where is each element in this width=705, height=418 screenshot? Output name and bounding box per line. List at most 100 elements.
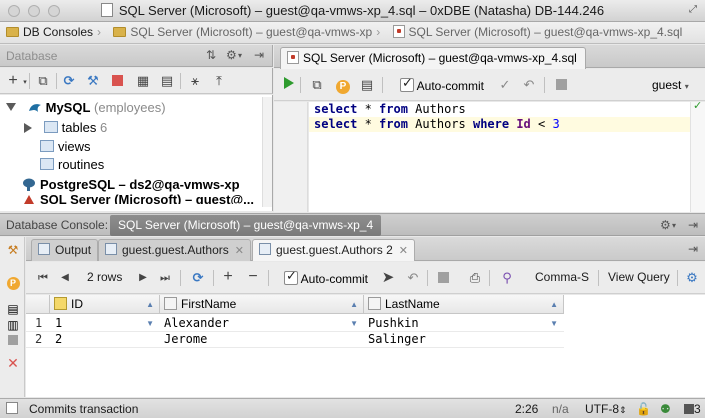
refresh-icon[interactable]: ⟳ xyxy=(189,269,207,287)
dump-icon[interactable]: ⎙ xyxy=(466,269,484,287)
autocommit-checkbox[interactable]: Auto-commit xyxy=(400,75,484,93)
tree-item-views[interactable]: views xyxy=(40,137,91,156)
editor-tab-bar: SQL Server (Microsoft) – guest@qa-vmws-x… xyxy=(274,45,705,69)
database-toolbar: + ▾ ⧉ ⟳ ⚒ ▦ ▤ ⚹ ⤒ xyxy=(0,68,273,94)
next-page-icon[interactable]: ▶ xyxy=(134,269,152,287)
console-header: Database Console: SQL Server (Microsoft)… xyxy=(0,213,705,236)
cell-id[interactable]: 1 xyxy=(55,316,62,331)
sql-editor[interactable]: select * from Authors select * from Auth… xyxy=(309,102,705,212)
history-icon[interactable]: ▤ xyxy=(358,76,376,94)
dropdown-icon[interactable]: ▾ xyxy=(672,221,676,230)
sort-icon[interactable]: ▲ ▼ xyxy=(146,295,154,333)
gear-icon[interactable]: ⚙ xyxy=(660,218,671,232)
chevron-down-icon[interactable]: ▾ xyxy=(16,74,34,92)
stop-icon[interactable] xyxy=(552,76,570,94)
checkbox-checked-icon xyxy=(400,75,414,92)
gear-icon[interactable]: ⚙ xyxy=(683,269,701,287)
tree-item-routines[interactable]: routines xyxy=(40,155,104,174)
parameters-icon[interactable]: P xyxy=(334,76,352,94)
minimize-window-button[interactable] xyxy=(28,5,40,17)
delete-row-icon[interactable]: − xyxy=(244,268,262,286)
tab-authors[interactable]: guest.guest.Authors ✕ xyxy=(98,239,251,261)
column-header-lastname[interactable]: LastName ▲ ▼ xyxy=(364,295,564,328)
toolbar-separator xyxy=(268,270,269,286)
layout-icon[interactable]: ▤ xyxy=(5,301,21,317)
breadcrumb-item-db-consoles[interactable]: DB Consoles › xyxy=(0,22,104,43)
last-page-icon[interactable]: ⏭ xyxy=(156,269,174,287)
refresh-icon[interactable]: ⟳ xyxy=(60,72,78,90)
dropdown-icon[interactable]: ▾ xyxy=(238,51,242,60)
previous-page-icon[interactable]: ◀ xyxy=(56,269,74,287)
lock-icon[interactable]: 🔓 xyxy=(636,402,651,416)
cell-id[interactable]: 2 xyxy=(55,332,62,347)
rollback-icon[interactable]: ↶ xyxy=(404,269,422,287)
stop-icon[interactable] xyxy=(108,72,126,90)
column-header-id[interactable]: ID ▲ ▼ xyxy=(50,295,160,328)
console-session-tab[interactable]: SQL Server (Microsoft) – guest@qa-vmws-x… xyxy=(110,215,382,236)
encoding-selector[interactable]: UTF-8⇕ xyxy=(585,402,627,416)
cell-firstname[interactable]: Alexander xyxy=(164,316,229,331)
line-separator[interactable]: n/a xyxy=(552,402,569,416)
tab-output[interactable]: Output xyxy=(31,239,99,261)
breadcrumb-item-connection[interactable]: SQL Server (Microsoft) – guest@qa-vmws-x… xyxy=(107,22,383,43)
editor-tab-sql-file[interactable]: SQL Server (Microsoft) – guest@qa-vmws-x… xyxy=(280,47,586,69)
column-icon xyxy=(164,297,177,310)
settings-icon[interactable]: ⚒ xyxy=(5,242,21,258)
postgresql-icon xyxy=(22,177,36,191)
layout-split-icon[interactable]: ▥ xyxy=(5,317,21,333)
close-tab-icon[interactable]: ✕ xyxy=(399,245,408,257)
caret-position[interactable]: 2:26 xyxy=(515,402,538,416)
add-row-icon[interactable]: + xyxy=(219,268,237,286)
tree-scrollbar[interactable] xyxy=(262,97,272,207)
result-autocommit-checkbox[interactable]: Auto-commit xyxy=(284,268,368,286)
collapse-all-icon[interactable]: ⤒ xyxy=(210,72,228,90)
close-tab-icon[interactable]: ✕ xyxy=(235,245,244,257)
pin-icon[interactable]: ⚲ xyxy=(498,269,516,287)
split-icon[interactable]: ⇅ xyxy=(206,48,216,62)
tree-item-sqlserver[interactable]: SQL Server (Microsoft) – guest@... xyxy=(22,194,254,204)
tree-item-postgresql[interactable]: PostgreSQL – ds2@qa-vmws-xp xyxy=(22,175,240,194)
hide-panel-icon[interactable]: ⇥ xyxy=(688,218,698,232)
inspector-icon[interactable]: ⚉ xyxy=(660,402,671,416)
parameters-icon[interactable]: P xyxy=(5,274,21,290)
tree-item-mysql[interactable]: MySQL (employees) xyxy=(6,98,166,117)
view-query-button[interactable]: View Query xyxy=(608,270,670,284)
stop-icon[interactable] xyxy=(5,333,21,349)
export-format-selector[interactable]: Comma-S xyxy=(535,270,589,284)
stop-icon[interactable] xyxy=(434,269,452,287)
toolbar-separator xyxy=(427,270,428,286)
tab-authors-2[interactable]: guest.guest.Authors 2 ✕ xyxy=(252,239,415,261)
close-window-button[interactable] xyxy=(8,5,20,17)
schema-selector[interactable]: guest ▾ xyxy=(652,78,689,92)
zoom-window-button[interactable] xyxy=(48,5,60,17)
rollback-icon[interactable]: ↶ xyxy=(520,76,538,94)
first-page-icon[interactable]: ⏮ xyxy=(34,269,52,287)
close-icon[interactable]: ✕ xyxy=(5,355,21,371)
mouse-cursor-icon: ➤ xyxy=(381,269,395,286)
explain-plan-icon[interactable]: ⧉ xyxy=(308,76,326,94)
table-icon xyxy=(259,243,271,255)
sort-icon[interactable]: ▲ ▼ xyxy=(350,295,358,333)
breadcrumb: DB Consoles › SQL Server (Microsoft) – gu… xyxy=(0,22,705,44)
tab-list-icon[interactable]: ⇥ xyxy=(688,242,698,256)
fullscreen-icon[interactable]: ⤢ xyxy=(687,4,699,16)
filter-icon[interactable]: ⚹ xyxy=(186,72,204,90)
breadcrumb-item-file[interactable]: SQL Server (Microsoft) – guest@qa-vmws-x… xyxy=(387,22,686,43)
event-log-icon[interactable]: 3 xyxy=(684,402,701,416)
cell-lastname[interactable]: Salinger xyxy=(368,332,426,347)
properties-icon[interactable]: ⚒ xyxy=(84,72,102,90)
cell-firstname[interactable]: Jerome xyxy=(164,332,207,347)
commit-icon[interactable]: ✓ xyxy=(496,76,514,94)
gear-icon[interactable]: ⚙ xyxy=(226,48,237,62)
cell-lastname[interactable]: Pushkin xyxy=(368,316,419,331)
tree-item-tables[interactable]: tables 6 xyxy=(24,118,107,137)
console-icon[interactable]: ▤ xyxy=(158,72,176,90)
table-editor-icon[interactable]: ▦ xyxy=(134,72,152,90)
database-panel-title: Database xyxy=(6,49,58,63)
run-icon[interactable] xyxy=(280,76,298,94)
sort-icon[interactable]: ▲ ▼ xyxy=(550,295,558,333)
copy-icon[interactable]: ⧉ xyxy=(34,72,52,90)
column-header-firstname[interactable]: FirstName ▲ ▼ xyxy=(160,295,364,328)
hide-panel-icon[interactable]: ⇥ xyxy=(254,48,264,62)
toolbar-separator xyxy=(544,77,545,93)
